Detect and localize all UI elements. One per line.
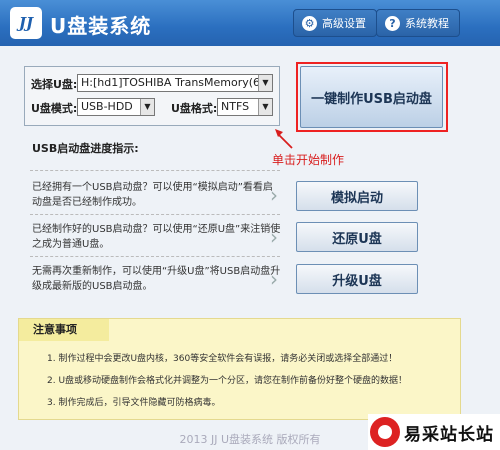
advanced-settings-button[interactable]: ⚙ 高级设置 <box>293 9 377 37</box>
hint-text: 单击开始制作 <box>272 153 345 167</box>
main-area: 选择U盘: H:[hd1]TOSHIBA TransMemory(6.87G ▼… <box>0 46 500 450</box>
chevron-down-icon: ▼ <box>258 75 272 91</box>
one-click-make-button[interactable]: 一键制作USB启动盘 <box>300 66 443 128</box>
chevron-right-icon: › <box>270 267 278 291</box>
system-tutorial-button[interactable]: ? 系统教程 <box>376 9 460 37</box>
simulate-boot-button[interactable]: 模拟启动 <box>296 181 418 211</box>
chevron-down-icon: ▼ <box>258 99 272 115</box>
usb-format-label: U盘格式: <box>171 102 218 115</box>
note-item: 3. 制作完成后，引导文件隐藏可防格病毒。 <box>47 398 221 408</box>
divider <box>30 170 280 171</box>
app-title: U盘装系统 <box>50 14 152 38</box>
system-tutorial-label: 系统教程 <box>405 17 449 30</box>
advanced-settings-label: 高级设置 <box>322 17 366 30</box>
title-bar: JJ U盘装系统 ⚙ 高级设置 ? 系统教程 <box>0 0 500 46</box>
note-item: 2. U盘或移动硬盘制作会格式化并调整为一个分区，请您在制作前备份好整个硬盘的数… <box>47 376 408 386</box>
notes-title: 注意事项 <box>19 319 109 341</box>
question-icon: ? <box>385 15 400 31</box>
app-logo: JJ <box>10 7 42 39</box>
gear-icon: ⚙ <box>302 15 317 31</box>
usb-format-value: NTFS <box>221 100 250 113</box>
chevron-right-icon: › <box>270 183 278 207</box>
select-usb-label: 选择U盘: <box>31 78 78 91</box>
usb-mode-label: U盘模式: <box>31 102 78 115</box>
divider <box>30 214 280 215</box>
site-logo-icon <box>370 417 400 447</box>
usb-device-select[interactable]: H:[hd1]TOSHIBA TransMemory(6.87G ▼ <box>77 74 273 92</box>
arrow-icon <box>275 129 293 149</box>
usb-format-select[interactable]: NTFS ▼ <box>217 98 273 116</box>
simulate-description: 已经拥有一个USB启动盘？可以使用“模拟启动”看看启动盘是否已经制作成功。 <box>32 182 273 208</box>
watermark-text: 易采站长站 <box>404 424 494 445</box>
chevron-right-icon: › <box>270 225 278 249</box>
restore-description: 已经制作好的USB启动盘？可以使用“还原U盘”来注销使之成为普通U盘。 <box>32 224 281 250</box>
usb-device-value: H:[hd1]TOSHIBA TransMemory(6.87G <box>81 76 273 89</box>
usb-mode-value: USB-HDD <box>81 100 133 113</box>
upgrade-usb-button[interactable]: 升级U盘 <box>296 264 418 294</box>
chevron-down-icon: ▼ <box>140 99 154 115</box>
upgrade-description: 无需再次重新制作，可以使用“升级U盘”将USB启动盘升级成最新版的USB启动盘。 <box>32 266 281 292</box>
notes-panel: 注意事项 1. 制作过程中会更改U盘内核，360等安全软件会有误报，请务必关闭或… <box>18 318 461 420</box>
note-item: 1. 制作过程中会更改U盘内核，360等安全软件会有误报，请务必关闭或选择全部通… <box>47 354 398 364</box>
restore-usb-button[interactable]: 还原U盘 <box>296 222 418 252</box>
divider <box>30 256 280 257</box>
watermark: 易采站长站 <box>368 414 500 450</box>
usb-options-panel: 选择U盘: H:[hd1]TOSHIBA TransMemory(6.87G ▼… <box>24 66 280 126</box>
usb-mode-select[interactable]: USB-HDD ▼ <box>77 98 155 116</box>
progress-title: USB启动盘进度指示: <box>32 142 139 155</box>
